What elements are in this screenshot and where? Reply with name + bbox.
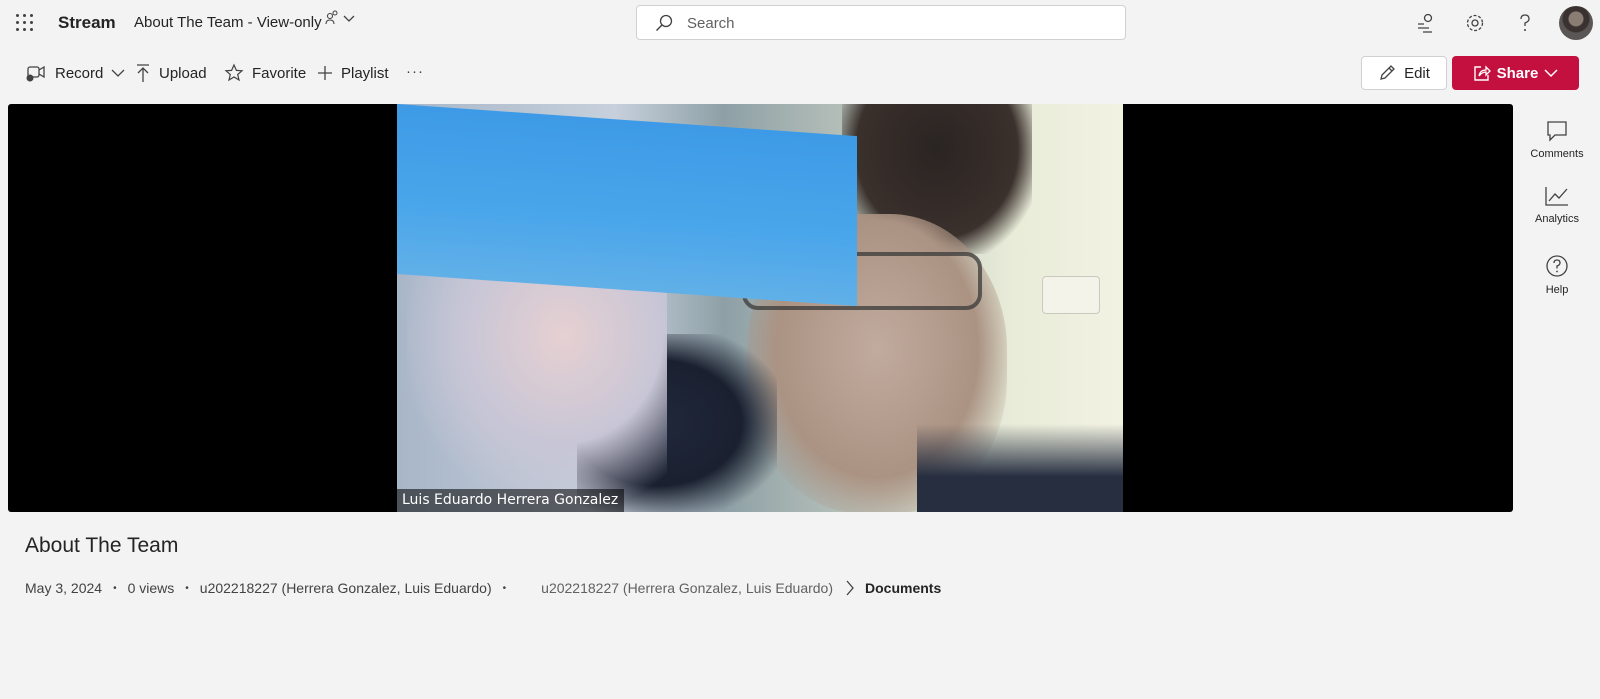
- app-launcher-icon[interactable]: [14, 12, 34, 32]
- people-icon[interactable]: [325, 10, 339, 26]
- breadcrumb-owner[interactable]: u202218227 (Herrera Gonzalez, Luis Eduar…: [541, 580, 833, 596]
- video-content: [917, 424, 1123, 512]
- video-title: About The Team: [25, 534, 179, 557]
- comments-button[interactable]: Comments: [1518, 120, 1596, 160]
- record-button[interactable]: Record: [25, 60, 133, 86]
- video-caption: Luis Eduardo Herrera Gonzalez: [397, 489, 625, 512]
- view-count: 0 views: [127, 580, 175, 596]
- separator: •: [502, 582, 507, 594]
- upload-button[interactable]: Upload: [135, 60, 207, 86]
- help-label: Help: [1545, 284, 1569, 296]
- star-icon: [224, 63, 244, 82]
- video-content: [1042, 276, 1100, 314]
- help-icon[interactable]: [1514, 12, 1536, 34]
- analytics-label: Analytics: [1534, 213, 1580, 225]
- help-button[interactable]: Help: [1518, 254, 1596, 296]
- chevron-down-icon[interactable]: [111, 68, 125, 78]
- chevron-down-icon[interactable]: [1544, 68, 1558, 78]
- search-input[interactable]: Search: [687, 15, 735, 32]
- share-icon: [1473, 65, 1491, 81]
- document-title[interactable]: About The Team - View-only: [134, 14, 322, 31]
- video-metadata: May 3, 2024 • 0 views • u202218227 (Herr…: [25, 580, 941, 596]
- record-icon: [26, 65, 45, 82]
- playlist-label: Playlist: [341, 64, 389, 82]
- favorite-label: Favorite: [252, 64, 307, 82]
- video-player[interactable]: Luis Eduardo Herrera Gonzalez: [8, 104, 1513, 512]
- share-button[interactable]: Share: [1452, 56, 1579, 90]
- owner-name[interactable]: u202218227 (Herrera Gonzalez, Luis Eduar…: [200, 580, 492, 596]
- upload-icon: [137, 64, 149, 82]
- favorite-button[interactable]: Favorite: [224, 60, 306, 86]
- search-icon: [656, 14, 673, 31]
- separator: •: [185, 582, 189, 594]
- gear-icon[interactable]: [1464, 12, 1486, 34]
- edit-label: Edit: [1404, 64, 1430, 82]
- feedback-icon[interactable]: [1415, 12, 1437, 34]
- app-name[interactable]: Stream: [58, 13, 116, 33]
- plus-icon: [318, 66, 332, 80]
- more-actions-button[interactable]: ···: [406, 58, 424, 84]
- top-bar: Stream About The Team - View-only Search: [0, 0, 1600, 46]
- pencil-icon: [1380, 65, 1395, 80]
- video-frame[interactable]: Luis Eduardo Herrera Gonzalez: [397, 104, 1123, 512]
- chevron-down-icon[interactable]: [343, 14, 355, 24]
- avatar[interactable]: [1559, 6, 1593, 40]
- upload-date: May 3, 2024: [25, 580, 103, 596]
- record-label: Record: [55, 64, 104, 82]
- help-circle-icon: [1546, 255, 1568, 277]
- playlist-button[interactable]: Playlist: [317, 60, 389, 86]
- analytics-icon: [1545, 187, 1568, 206]
- video-content: [397, 104, 857, 307]
- separator: •: [113, 582, 117, 594]
- analytics-button[interactable]: Analytics: [1518, 185, 1596, 225]
- breadcrumb-location[interactable]: Documents: [865, 580, 941, 596]
- comments-label: Comments: [1530, 148, 1584, 160]
- search-box[interactable]: Search: [636, 5, 1126, 40]
- video-content: [407, 264, 667, 504]
- upload-label: Upload: [159, 64, 207, 82]
- chevron-right-icon: [846, 580, 854, 596]
- share-label: Share: [1496, 64, 1539, 82]
- comment-icon: [1547, 121, 1567, 142]
- edit-button[interactable]: Edit: [1361, 56, 1447, 90]
